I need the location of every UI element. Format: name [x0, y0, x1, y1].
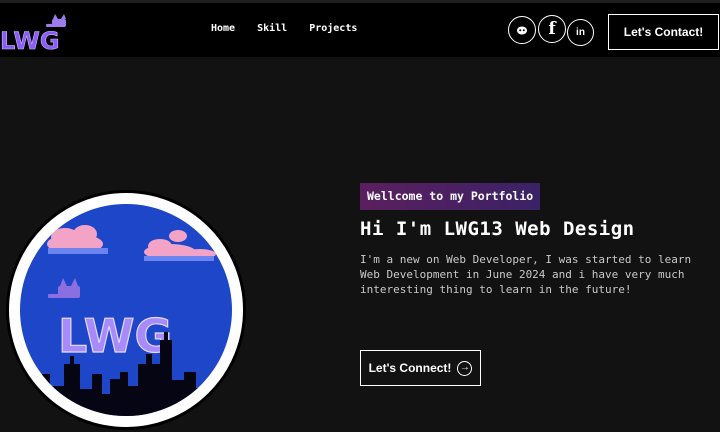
discord-glyph — [517, 26, 527, 35]
logo[interactable]: LWG — [0, 13, 76, 53]
avatar-image: LWG — [20, 204, 232, 416]
avatar: LWG — [6, 190, 246, 430]
logo-text: LWG — [0, 27, 60, 53]
intro-text: I'm a new on Web Developer, I was starte… — [360, 253, 692, 296]
nav-links: Home Skill Projects — [211, 23, 379, 34]
facebook-glyph: f — [548, 19, 556, 39]
nav-link-skill[interactable]: Skill — [257, 23, 287, 34]
facebook-icon[interactable]: f — [538, 15, 566, 43]
arrow-right-icon: → — [457, 360, 473, 376]
avatar-text: LWG — [58, 309, 172, 363]
nav-link-projects[interactable]: Projects — [309, 23, 357, 34]
welcome-tagline: Wellcome to my Portfolio — [360, 183, 541, 210]
connect-button[interactable]: Let's Connect! → — [360, 350, 481, 386]
linkedin-icon[interactable]: in — [567, 19, 594, 46]
connect-button-label: Let's Connect! — [368, 361, 452, 375]
nav-link-home[interactable]: Home — [211, 23, 235, 34]
cat-icon — [46, 14, 66, 27]
discord-icon[interactable] — [508, 16, 536, 44]
navbar: LWG Home Skill Projects f in Let's Conta… — [0, 0, 720, 57]
page-title: Hi I'm LWG13 Web Design — [360, 218, 635, 240]
contact-button[interactable]: Let's Contact! — [608, 14, 719, 50]
linkedin-glyph: in — [576, 27, 585, 38]
